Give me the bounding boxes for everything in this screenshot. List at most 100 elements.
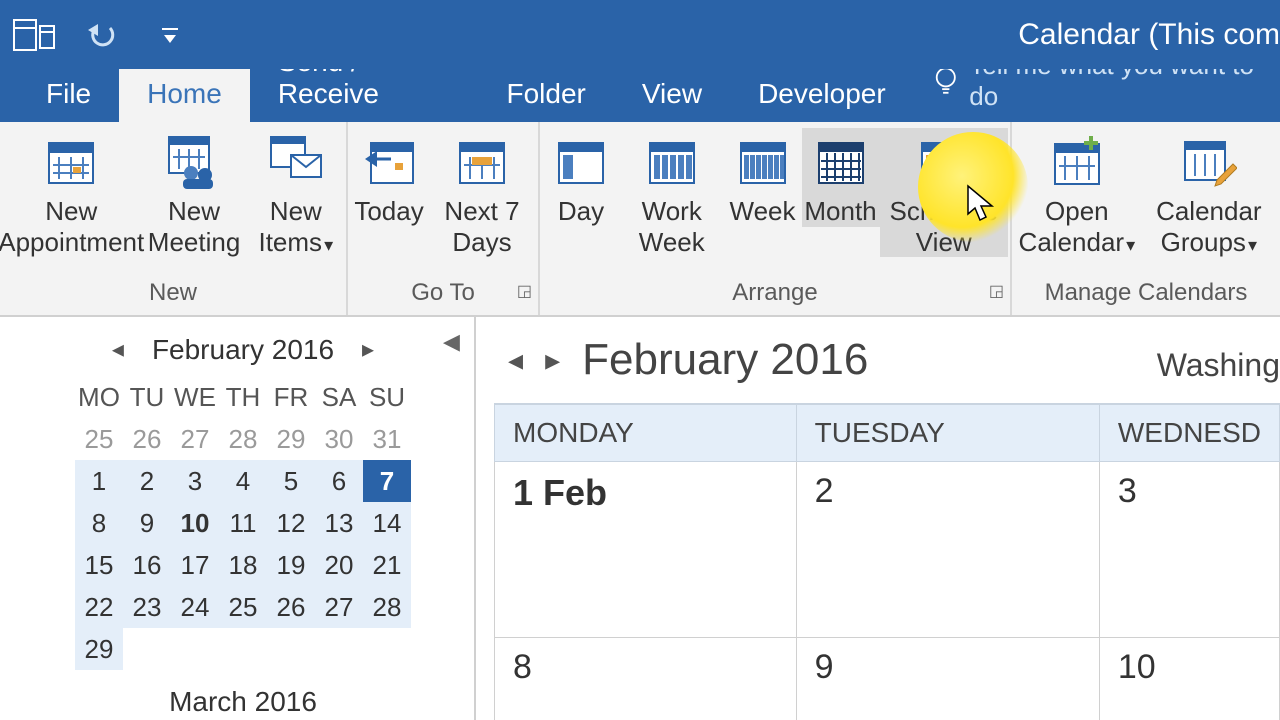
mini-calendar-day (219, 628, 267, 670)
mini-calendar-day (267, 628, 315, 670)
month-day-cell[interactable]: 2 (796, 462, 1099, 638)
group-label-new: New (0, 275, 346, 315)
month-day-cell[interactable]: 3 (1099, 462, 1279, 638)
calendar-groups-button[interactable]: Calendar Groups▾ (1140, 128, 1278, 257)
schedule-view-icon (915, 132, 973, 190)
mini-calendar-day[interactable]: 15 (75, 544, 123, 586)
tab-developer[interactable]: Developer (730, 66, 914, 122)
mini-calendar-day[interactable]: 18 (219, 544, 267, 586)
mini-calendar-day[interactable]: 17 (171, 544, 219, 586)
mini-calendar-day[interactable]: 2 (123, 460, 171, 502)
mini-calendar-day[interactable]: 19 (267, 544, 315, 586)
month-column-header: WEDNESD (1099, 404, 1279, 462)
open-calendar-button[interactable]: Open Calendar▾ (1014, 128, 1140, 257)
mini-calendar-day[interactable]: 12 (267, 502, 315, 544)
mini-calendar-day[interactable]: 27 (315, 586, 363, 628)
mini-calendar-day[interactable]: 9 (123, 502, 171, 544)
mini-calendar-day[interactable]: 4 (219, 460, 267, 502)
schedule-view-label: Schedule View (890, 196, 998, 257)
mini-calendar-day[interactable]: 22 (75, 586, 123, 628)
group-label-arrange: Arrange◲ (540, 275, 1010, 315)
mini-calendar-day[interactable]: 13 (315, 502, 363, 544)
calendar-main: ◂ ▸ February 2016 Washing MONDAYTUESDAYW… (476, 317, 1280, 720)
month-day-cell[interactable]: 8 (495, 638, 797, 720)
collapse-pane-icon[interactable]: ◂ (443, 321, 460, 361)
prev-month-icon[interactable]: ◂ (102, 331, 134, 368)
mini-calendar-day[interactable]: 25 (75, 418, 123, 460)
month-button[interactable]: Month (802, 128, 880, 227)
month-day-cell[interactable]: 9 (796, 638, 1099, 720)
mini-calendar-day[interactable]: 23 (123, 586, 171, 628)
work-week-button[interactable]: Work Week (620, 128, 724, 257)
day-button[interactable]: Day (542, 128, 620, 227)
tab-home[interactable]: Home (119, 66, 250, 122)
mini-calendar-day[interactable]: 16 (123, 544, 171, 586)
mini-calendar-day (171, 628, 219, 670)
new-appointment-button[interactable]: New Appointment (2, 128, 140, 257)
mini-calendar-day[interactable]: 10 (171, 502, 219, 544)
tab-file[interactable]: File (18, 66, 119, 122)
mini-calendar-day[interactable]: 28 (363, 586, 411, 628)
group-label-goto: Go To◲ (348, 275, 538, 315)
mini-calendar-day[interactable]: 20 (315, 544, 363, 586)
tab-folder[interactable]: Folder (479, 66, 614, 122)
work-week-label: Work Week (639, 196, 705, 257)
mini-calendar-day[interactable]: 11 (219, 502, 267, 544)
mini-calendar-day[interactable]: 7 (363, 460, 411, 502)
mini-calendar-day[interactable]: 26 (267, 586, 315, 628)
calendar-people-icon (165, 132, 223, 190)
mini-calendar-day[interactable]: 25 (219, 586, 267, 628)
next-month-icon[interactable]: ▸ (352, 331, 384, 368)
new-items-label: New Items (258, 196, 322, 257)
next-7-days-button[interactable]: Next 7 Days (428, 128, 536, 257)
month-grid[interactable]: MONDAYTUESDAYWEDNESD 1 Feb238910 (494, 403, 1280, 720)
mini-calendar-day[interactable]: 27 (171, 418, 219, 460)
calendar-mail-icon (267, 132, 325, 190)
schedule-view-button[interactable]: Schedule View (880, 128, 1009, 257)
mini-calendar-day[interactable]: 31 (363, 418, 411, 460)
calendar-arrow-icon (360, 132, 418, 190)
main-calendar-title: February 2016 (582, 335, 868, 385)
mini-calendar-day (315, 628, 363, 670)
mini-calendar-grid[interactable]: MOTUWETHFRSASU 2526272829303112345678910… (75, 376, 411, 670)
mini-calendar-day[interactable]: 8 (75, 502, 123, 544)
mini-calendar-day[interactable]: 29 (267, 418, 315, 460)
dialog-launcher-icon[interactable]: ◲ (517, 281, 532, 301)
new-meeting-button[interactable]: New Meeting (140, 128, 247, 257)
today-button[interactable]: Today (350, 128, 428, 227)
dialog-launcher-icon[interactable]: ◲ (989, 281, 1004, 301)
mini-calendar-day[interactable]: 14 (363, 502, 411, 544)
tab-view[interactable]: View (614, 66, 730, 122)
main-prev-icon -icon[interactable]: ◂ (508, 343, 523, 378)
mini-calendar-day[interactable]: 1 (75, 460, 123, 502)
month-column-header: MONDAY (495, 404, 797, 462)
ribbon: New Appointment New Meeting New Items▾ N… (0, 122, 1280, 317)
mini-calendar-day[interactable]: 26 (123, 418, 171, 460)
calendar-icon (42, 132, 100, 190)
qat-customize-dropdown[interactable] (148, 15, 192, 55)
mini-calendar-day[interactable]: 28 (219, 418, 267, 460)
next-month-title: March 2016 (40, 686, 446, 718)
quick-access-toolbar (12, 15, 192, 55)
title-bar: Calendar (This com (0, 0, 1280, 69)
mini-calendar-day[interactable]: 3 (171, 460, 219, 502)
mini-calendar-day[interactable]: 21 (363, 544, 411, 586)
week-button[interactable]: Week (724, 128, 802, 227)
calendar-edit-icon (1180, 132, 1238, 190)
month-day-cell[interactable]: 1 Feb (495, 462, 797, 638)
mini-dow-header: SU (363, 376, 411, 418)
month-day-cell[interactable]: 10 (1099, 638, 1279, 720)
mini-calendar-day[interactable]: 24 (171, 586, 219, 628)
undo-icon[interactable] (80, 15, 124, 55)
calendar-workweek-icon (643, 132, 701, 190)
new-items-button[interactable]: New Items▾ (248, 128, 344, 257)
mini-calendar-day[interactable]: 29 (75, 628, 123, 670)
ribbon-group-manage-calendars: Open Calendar▾ Calendar Groups▾ Manage C… (1012, 122, 1280, 315)
open-calendar-label: Open Calendar (1019, 196, 1125, 257)
mini-calendar-day[interactable]: 6 (315, 460, 363, 502)
content-area: ◂ ◂ February 2016 ▸ MOTUWETHFRSASU 25262… (0, 317, 1280, 720)
mini-calendar-day[interactable]: 5 (267, 460, 315, 502)
main-next-icon[interactable]: ▸ (545, 343, 560, 378)
ribbon-group-new: New Appointment New Meeting New Items▾ N… (0, 122, 348, 315)
mini-calendar-day[interactable]: 30 (315, 418, 363, 460)
